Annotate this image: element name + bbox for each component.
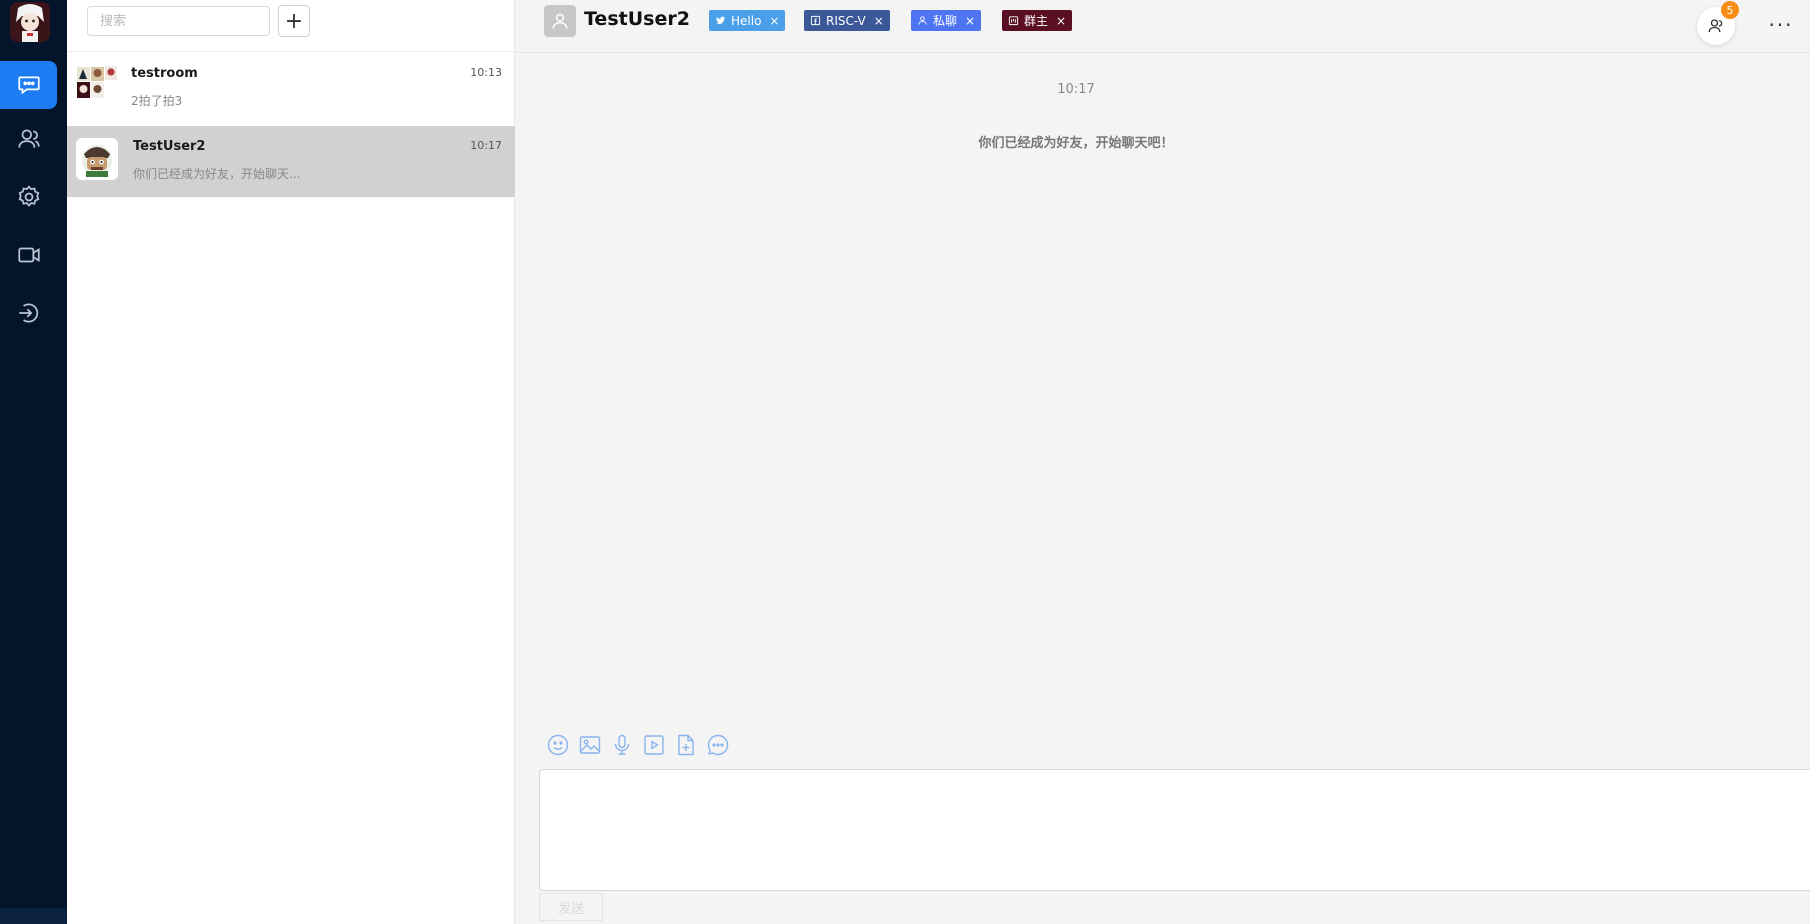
avatar-image <box>10 2 50 42</box>
emoji-button[interactable] <box>546 733 570 757</box>
send-button[interactable]: 发送 <box>539 893 603 921</box>
gear-icon <box>18 185 39 207</box>
user-avatar-image <box>76 138 118 180</box>
plus-icon: + <box>284 8 304 34</box>
tag-label: Hello <box>731 13 762 28</box>
close-icon[interactable]: × <box>874 14 884 28</box>
calendar-icon <box>1008 16 1019 26</box>
group-avatar <box>76 65 118 107</box>
nav-settings-button[interactable] <box>0 173 57 221</box>
tag-risc-v[interactable]: RISC-V × <box>804 10 890 31</box>
conversation-preview: 你们已经成为好友，开始聊天... <box>133 167 301 181</box>
peer-name: TestUser2 <box>584 8 690 30</box>
video-button[interactable] <box>642 733 666 757</box>
peer-avatar[interactable] <box>544 5 576 37</box>
input-toolbar <box>546 733 730 759</box>
conversation-list: + testroom 1 <box>67 0 515 924</box>
conversation-time: 10:17 <box>470 139 502 152</box>
tag-label: 私聊 <box>933 14 958 28</box>
conversation-item-testroom[interactable]: testroom 10:13 2拍了拍3 <box>67 53 515 124</box>
tag-group-owner[interactable]: 群主 × <box>1002 10 1073 31</box>
more-options-button[interactable]: ··· <box>1765 10 1797 40</box>
members-icon <box>1708 19 1723 33</box>
voice-button[interactable] <box>610 733 634 757</box>
microphone-icon <box>614 734 630 755</box>
more-chat-icon <box>707 734 729 756</box>
app-window: + testroom 1 <box>0 0 1810 924</box>
conversation-preview: 2拍了拍3 <box>131 94 183 108</box>
tag-private-chat[interactable]: 私聊 × <box>911 10 982 31</box>
user-placeholder-icon <box>552 13 568 29</box>
twitter-icon <box>715 16 726 25</box>
chat-panel: TestUser2 Hello × RISC-V × 私聊 × 群主 × 5 ·… <box>516 0 1810 924</box>
video-icon <box>644 735 664 755</box>
close-icon[interactable]: × <box>769 14 779 28</box>
contacts-icon <box>17 129 40 148</box>
nav-logout-button[interactable] <box>0 289 57 337</box>
conversation-time: 10:13 <box>470 66 502 79</box>
file-icon <box>678 734 694 756</box>
emoji-icon <box>547 734 569 756</box>
image-button[interactable] <box>578 733 602 757</box>
nav-rail <box>0 0 67 924</box>
file-button[interactable] <box>674 733 698 757</box>
nav-video-button[interactable] <box>0 231 57 279</box>
image-icon <box>579 736 601 754</box>
logout-icon <box>18 303 38 323</box>
my-avatar[interactable] <box>10 2 50 42</box>
add-button[interactable]: + <box>278 5 310 37</box>
group-avatar-image <box>76 65 118 107</box>
nav-contacts-button[interactable] <box>0 115 57 163</box>
chat-header: TestUser2 Hello × RISC-V × 私聊 × 群主 × 5 ·… <box>516 0 1810 53</box>
conversation-name: TestUser2 <box>133 139 206 154</box>
send-label: 发送 <box>557 901 584 917</box>
conversation-name: testroom <box>131 66 198 81</box>
system-message: 你们已经成为好友，开始聊天吧！ <box>978 136 1174 151</box>
video-camera-icon <box>17 247 40 263</box>
nav-chat-button[interactable] <box>0 61 57 109</box>
facebook-icon <box>810 15 821 26</box>
rail-footer <box>0 908 67 924</box>
search-input[interactable] <box>87 6 270 36</box>
close-icon[interactable]: × <box>1056 14 1066 28</box>
close-icon[interactable]: × <box>965 14 975 28</box>
message-input[interactable] <box>539 769 1810 891</box>
tag-label: 群主 <box>1024 14 1049 28</box>
member-count-badge: 5 <box>1721 1 1739 19</box>
user-icon <box>918 16 927 25</box>
chat-icon <box>17 76 40 95</box>
more-chat-button[interactable] <box>706 733 730 757</box>
search-bar: + <box>67 0 515 52</box>
user-avatar <box>76 138 118 180</box>
more-dots-icon: ··· <box>1768 13 1794 37</box>
tag-label: RISC-V <box>826 13 866 28</box>
tag-hello[interactable]: Hello × <box>709 10 786 31</box>
message-timestamp: 10:17 <box>1057 82 1095 97</box>
conversation-item-testuser2[interactable]: TestUser2 10:17 你们已经成为好友，开始聊天... <box>67 126 515 197</box>
